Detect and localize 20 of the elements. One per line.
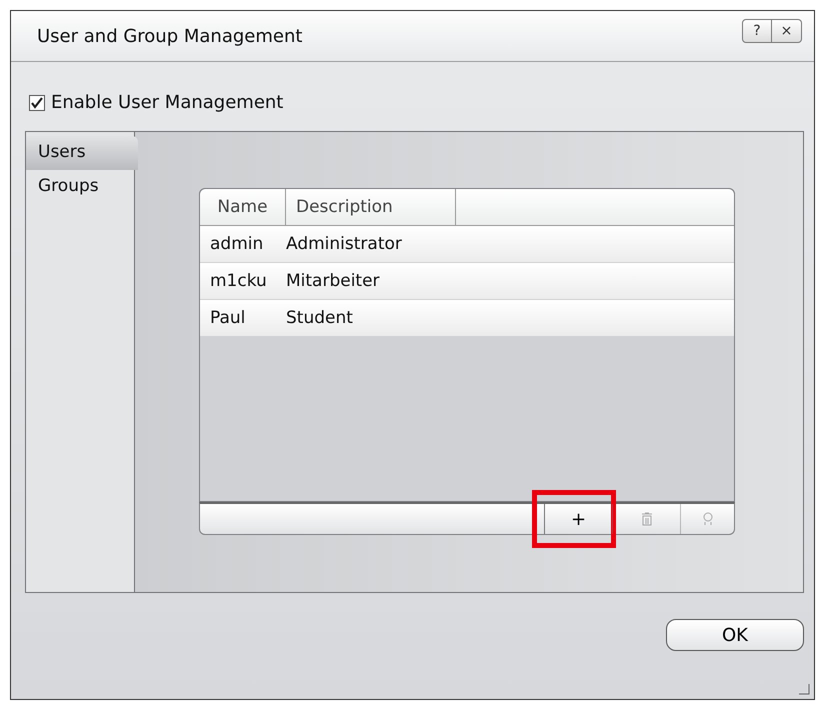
column-header[interactable]: Name xyxy=(200,189,286,225)
tab[interactable]: Users xyxy=(26,136,138,170)
ok-button[interactable]: OK xyxy=(666,619,804,651)
table-cell-text: Paul xyxy=(209,308,246,328)
table-cell: Administrator xyxy=(286,234,402,254)
checkbox-label: Enable User Management xyxy=(51,92,284,113)
window-title: User and Group Management xyxy=(37,26,302,46)
table-cell: Mitarbeiter xyxy=(286,271,380,291)
resize-grip-icon xyxy=(798,683,810,695)
help-button[interactable]: ? xyxy=(742,19,772,43)
trash-icon xyxy=(640,512,652,526)
column-header[interactable]: Description xyxy=(286,189,456,225)
close-button[interactable]: × xyxy=(772,19,802,43)
tab[interactable]: Groups xyxy=(26,170,134,204)
checkbox[interactable] xyxy=(29,94,45,110)
table-cell: Student xyxy=(286,308,353,328)
person-icon xyxy=(702,512,714,526)
table-cell-text: admin xyxy=(209,234,264,254)
add-button[interactable]: + xyxy=(544,504,612,534)
table-cell-text: m1cku xyxy=(209,271,268,291)
